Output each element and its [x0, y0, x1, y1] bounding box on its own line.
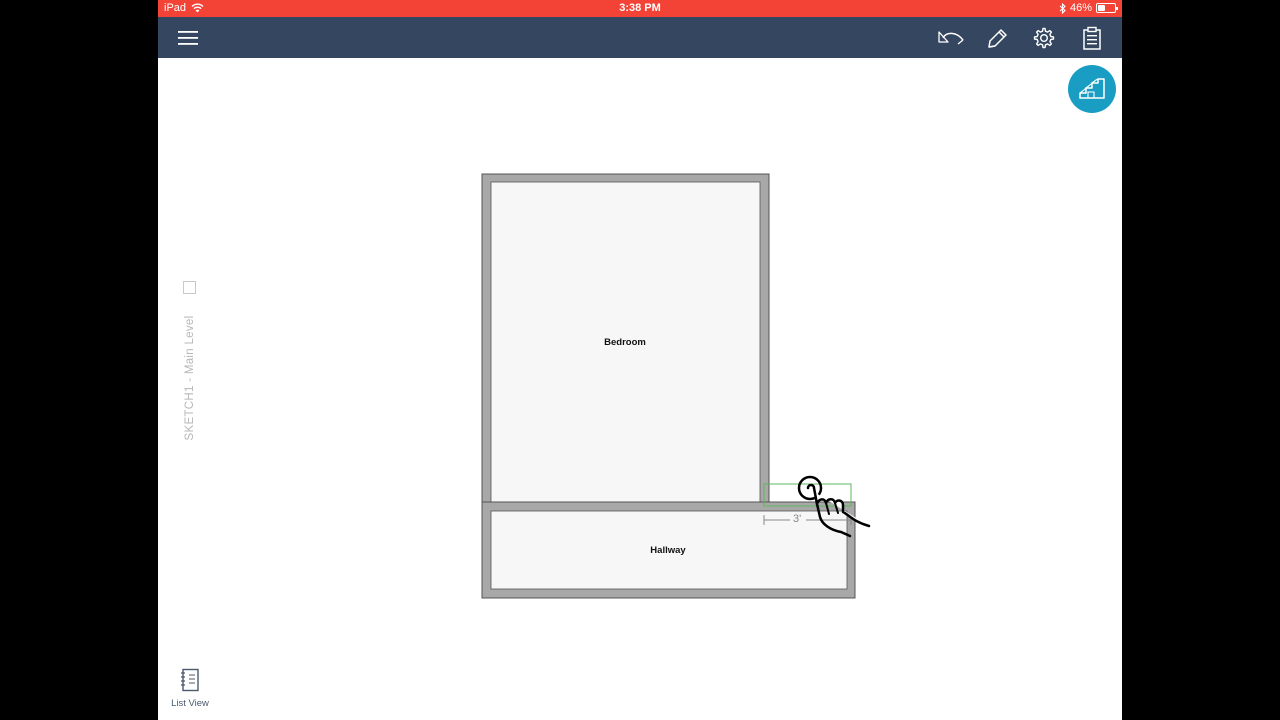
pointing-hand-icon [797, 475, 871, 538]
room-label-bedroom[interactable]: Bedroom [604, 337, 646, 348]
notebook-icon [181, 668, 199, 692]
app-screen: iPad 3:38 PM 46% SKETCH1 - Main Level Be… [158, 0, 1122, 720]
list-view-label: List View [171, 698, 209, 709]
list-view-button[interactable]: List View [166, 668, 214, 709]
floorplan-drawing [481, 173, 856, 599]
sketch-canvas[interactable]: Bedroom Hallway 3' [158, 0, 1122, 720]
room-label-hallway[interactable]: Hallway [650, 545, 685, 556]
